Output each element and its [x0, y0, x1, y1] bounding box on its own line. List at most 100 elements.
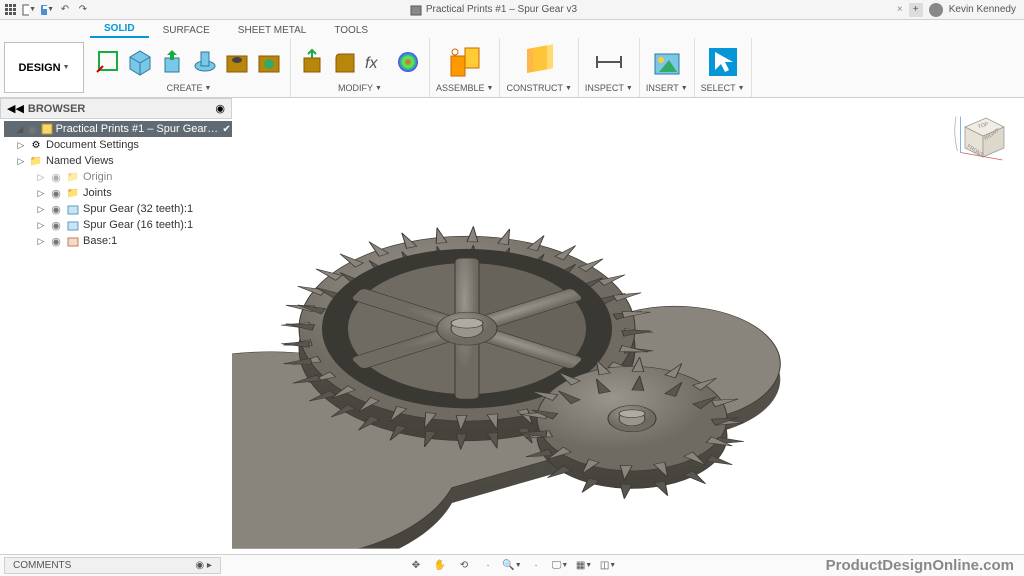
- browser-tree: ◢ ◉ Practical Prints #1 – Spur Gear… ✔ ▷…: [0, 119, 232, 251]
- comments-expand-icon[interactable]: ◉ ▸: [195, 560, 212, 571]
- component-icon: [66, 234, 80, 248]
- create-label: CREATE: [167, 83, 203, 93]
- tree-item-label: Base:1: [83, 235, 117, 247]
- joint-icon[interactable]: [446, 43, 484, 81]
- ribbon-group-assemble: ASSEMBLE▼: [430, 38, 500, 97]
- ribbon-group-create: CREATE▼: [88, 38, 291, 97]
- tree-item[interactable]: ▷ ◉ Spur Gear (16 teeth):1: [4, 217, 232, 233]
- display-icon[interactable]: 🖵▼: [551, 557, 569, 575]
- browser-settings-icon[interactable]: ◉: [215, 102, 225, 115]
- tree-item[interactable]: ▷ 📁 Named Views: [4, 153, 232, 169]
- tab-surface[interactable]: SURFACE: [149, 23, 224, 38]
- tree-item[interactable]: ▷ ◉ 📁 Origin: [4, 169, 232, 185]
- tab-tools[interactable]: TOOLS: [320, 23, 382, 38]
- tab-sheet-metal[interactable]: SHEET METAL: [224, 23, 321, 38]
- tree-item[interactable]: ▷ ◉ Base:1: [4, 233, 232, 249]
- expand-icon[interactable]: ▷: [36, 236, 46, 247]
- inspect-label: INSPECT: [585, 83, 624, 93]
- plane-icon[interactable]: [520, 43, 558, 81]
- ribbon-group-inspect: INSPECT▼: [579, 38, 640, 97]
- visibility-icon[interactable]: ◉: [49, 187, 63, 200]
- tree-item-label: Spur Gear (32 teeth):1: [83, 203, 193, 215]
- expand-icon[interactable]: ▷: [36, 172, 46, 183]
- appearance-icon[interactable]: [393, 47, 423, 77]
- user-name: Kevin Kennedy: [949, 4, 1016, 15]
- hole-tool-icon[interactable]: [222, 47, 252, 77]
- extrude-tool-icon[interactable]: [158, 47, 188, 77]
- collapse-icon[interactable]: ◀◀: [7, 102, 24, 115]
- ribbon-toolbar: DESIGN▼ CREATE▼ fx MODIFY▼ ASSEMBLE▼: [0, 38, 1024, 98]
- sketch-tool-icon[interactable]: [94, 47, 124, 77]
- fillet-icon[interactable]: [329, 47, 359, 77]
- expand-icon[interactable]: ▷: [36, 188, 46, 199]
- undo-icon[interactable]: ↶: [58, 3, 72, 17]
- visibility-icon[interactable]: ◉: [49, 203, 63, 216]
- navigation-toolbar: ✥ ✋ ⟲ · 🔍▼ · 🖵▼ ▦▼ ◫▼: [407, 557, 617, 575]
- close-tab-icon[interactable]: ×: [897, 4, 903, 15]
- expand-icon[interactable]: ◢: [16, 124, 24, 135]
- tree-item-label: Document Settings: [46, 139, 139, 151]
- grid-icon[interactable]: ▦▼: [575, 557, 593, 575]
- document-icon: [410, 4, 422, 16]
- zoom-icon[interactable]: 🔍▼: [503, 557, 521, 575]
- new-tab-icon[interactable]: +: [909, 3, 923, 17]
- watermark: ProductDesignOnline.com: [826, 557, 1014, 574]
- ribbon-group-modify: fx MODIFY▼: [291, 38, 430, 97]
- design-workspace-button[interactable]: DESIGN▼: [4, 42, 84, 93]
- redo-icon[interactable]: ↷: [76, 3, 90, 17]
- visibility-icon[interactable]: ◉: [49, 235, 63, 248]
- modify-label: MODIFY: [338, 83, 373, 93]
- active-check-icon[interactable]: ✔: [221, 122, 232, 136]
- expand-icon[interactable]: ▷: [36, 220, 46, 231]
- press-pull-icon[interactable]: [297, 47, 327, 77]
- revolve-tool-icon[interactable]: [190, 47, 220, 77]
- tree-item-label: Origin: [83, 171, 112, 183]
- bottom-bar: COMMENTS ◉ ▸ ✥ ✋ ⟲ · 🔍▼ · 🖵▼ ▦▼ ◫▼ Produ…: [0, 554, 1024, 576]
- component-icon: [66, 218, 80, 232]
- user-avatar-icon[interactable]: [929, 3, 943, 17]
- assemble-label: ASSEMBLE: [436, 83, 485, 93]
- document-title: Practical Prints #1 – Spur Gear v3: [426, 4, 577, 15]
- svg-text:fx: fx: [365, 55, 378, 72]
- pan-icon[interactable]: ✋: [431, 557, 449, 575]
- select-icon[interactable]: [704, 43, 742, 81]
- tree-item[interactable]: ▷ ◉ 📁 Joints: [4, 185, 232, 201]
- tab-solid[interactable]: SOLID: [90, 21, 149, 38]
- view-cube[interactable]: TOP FRONT RIGHT: [950, 106, 1010, 166]
- ribbon-tabs: SOLID SURFACE SHEET METAL TOOLS: [0, 20, 1024, 38]
- file-menu-icon[interactable]: ▼: [22, 3, 36, 17]
- browser-header[interactable]: ◀◀ BROWSER ◉: [0, 98, 232, 119]
- tree-item[interactable]: ▷ ◉ Spur Gear (32 teeth):1: [4, 201, 232, 217]
- tree-item-label: Joints: [83, 187, 112, 199]
- visibility-icon[interactable]: ◉: [49, 171, 63, 184]
- visibility-icon[interactable]: ◉: [49, 219, 63, 232]
- measure-icon[interactable]: [590, 43, 628, 81]
- expand-icon[interactable]: ▷: [16, 140, 26, 151]
- app-grid-icon[interactable]: [4, 3, 18, 17]
- visibility-icon[interactable]: ◉: [27, 123, 38, 136]
- component-icon: [66, 202, 80, 216]
- insert-icon[interactable]: [648, 43, 686, 81]
- ribbon-group-insert: INSERT▼: [640, 38, 695, 97]
- fit-icon[interactable]: ·: [527, 557, 545, 575]
- expand-icon[interactable]: ▷: [16, 156, 26, 167]
- orbit-icon[interactable]: ✥: [407, 557, 425, 575]
- comments-label: COMMENTS: [13, 560, 71, 571]
- loft-tool-icon[interactable]: [254, 47, 284, 77]
- tree-root[interactable]: ◢ ◉ Practical Prints #1 – Spur Gear… ✔: [4, 121, 232, 137]
- browser-title: BROWSER: [28, 103, 211, 115]
- save-icon[interactable]: ▼: [40, 3, 54, 17]
- insert-label: INSERT: [646, 83, 679, 93]
- parameters-icon[interactable]: fx: [361, 47, 391, 77]
- expand-icon[interactable]: ▷: [36, 204, 46, 215]
- comments-panel-toggle[interactable]: COMMENTS ◉ ▸: [4, 557, 221, 574]
- box-tool-icon[interactable]: [126, 47, 156, 77]
- tree-item[interactable]: ▷ ⚙ Document Settings: [4, 137, 232, 153]
- select-label: SELECT: [701, 83, 736, 93]
- gear-model: [232, 129, 792, 549]
- tree-item-label: Named Views: [46, 155, 114, 167]
- rotate-icon[interactable]: ⟲: [455, 557, 473, 575]
- look-icon[interactable]: ·: [479, 557, 497, 575]
- viewport-icon[interactable]: ◫▼: [599, 557, 617, 575]
- folder-icon: 📁: [66, 186, 80, 200]
